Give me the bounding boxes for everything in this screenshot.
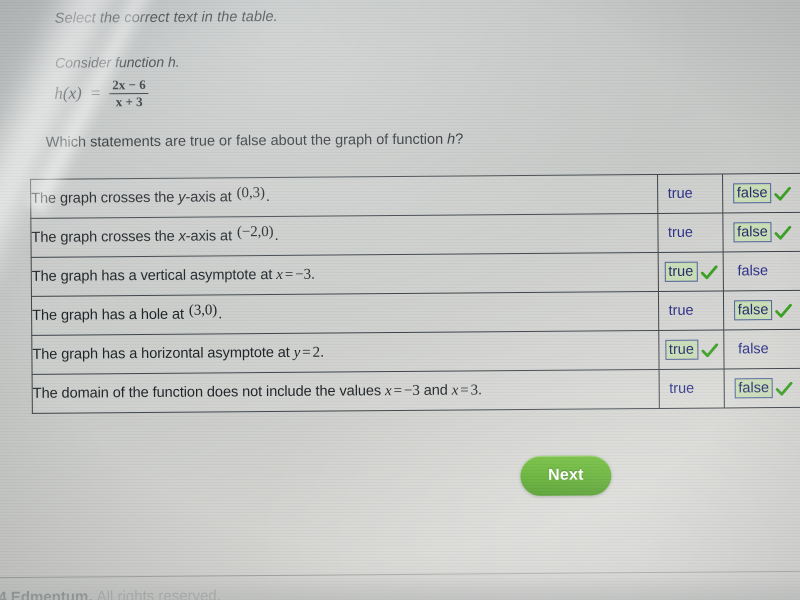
option-label: false bbox=[733, 222, 772, 243]
option-cell-true[interactable]: true bbox=[658, 329, 725, 370]
option-cell-false[interactable]: false bbox=[724, 368, 800, 408]
option-false[interactable]: false bbox=[732, 183, 792, 204]
option-cell-false[interactable]: false bbox=[722, 173, 800, 213]
footer-company: 4 Edmentum. bbox=[0, 588, 93, 600]
option-cell-false[interactable]: false bbox=[722, 212, 800, 252]
footer-rights: All rights reserved. bbox=[96, 587, 221, 600]
formula-numerator: 2x − 6 bbox=[112, 76, 146, 93]
formula-equals-sign: = bbox=[90, 83, 101, 103]
formula-denominator: x + 3 bbox=[115, 94, 143, 110]
checkmark-icon bbox=[775, 303, 793, 318]
statement-cell: The graph has a hole at (3,0). bbox=[31, 291, 659, 336]
option-label: false bbox=[737, 263, 769, 280]
option-label: true bbox=[664, 339, 698, 360]
option-false[interactable]: false bbox=[734, 261, 791, 282]
option-label: false bbox=[738, 341, 769, 358]
option-label: false bbox=[734, 378, 774, 399]
option-false[interactable]: false bbox=[734, 378, 793, 399]
statement-cell: The graph has a horizontal asymptote at … bbox=[31, 330, 660, 375]
photographed-screen: Select the correct text in the table. Co… bbox=[0, 0, 800, 600]
option-cell-false[interactable]: false bbox=[723, 329, 800, 369]
option-label: false bbox=[733, 300, 773, 321]
statements-table: The graph crosses the y-axis at (0,3). t… bbox=[30, 172, 800, 414]
checkmark-icon bbox=[774, 186, 792, 201]
option-cell-true[interactable]: true bbox=[659, 368, 725, 409]
checkmark-icon bbox=[776, 381, 793, 396]
option-label: true bbox=[667, 224, 694, 241]
option-false[interactable]: false bbox=[733, 222, 792, 243]
option-true[interactable]: true bbox=[665, 183, 716, 204]
option-label: true bbox=[668, 302, 694, 319]
statement-cell: The graph crosses the x-axis at (−2,0). bbox=[30, 213, 659, 258]
question-text: Which statements are true or false about… bbox=[45, 131, 464, 151]
option-true[interactable]: true bbox=[664, 261, 718, 282]
statement-cell: The graph crosses the y-axis at (0,3). bbox=[30, 174, 658, 219]
table-row: The graph has a hole at (3,0). true fals… bbox=[31, 290, 800, 336]
statement-cell: The domain of the function does not incl… bbox=[32, 369, 660, 414]
question-function-var: h bbox=[447, 131, 456, 148]
formula-left-hand-side: h(x) bbox=[54, 83, 82, 104]
lesson-content: Select the correct text in the table. Co… bbox=[0, 0, 800, 600]
option-cell-true[interactable]: true bbox=[658, 251, 724, 292]
table-row: The graph has a horizontal asymptote at … bbox=[31, 329, 800, 375]
option-label: false bbox=[732, 183, 772, 204]
instruction-text: Select the correct text in the table. bbox=[54, 8, 278, 27]
option-label: true bbox=[664, 261, 698, 282]
option-cell-true[interactable]: true bbox=[657, 173, 723, 214]
option-true[interactable]: true bbox=[666, 300, 717, 321]
option-cell-true[interactable]: true bbox=[658, 290, 724, 331]
table-row: The graph crosses the x-axis at (−2,0). … bbox=[30, 212, 800, 258]
statements-table-container: The graph crosses the y-axis at (0,3). t… bbox=[30, 172, 800, 414]
table-row: The graph has a vertical asymptote at x =… bbox=[31, 251, 800, 297]
option-false[interactable]: false bbox=[735, 339, 792, 360]
option-true[interactable]: true bbox=[665, 222, 716, 243]
option-true[interactable]: true bbox=[664, 339, 718, 360]
table-row: The graph crosses the y-axis at (0,3). t… bbox=[30, 173, 800, 219]
option-cell-true[interactable]: true bbox=[657, 212, 724, 253]
checkmark-icon bbox=[701, 342, 718, 358]
next-button[interactable]: Next bbox=[520, 455, 612, 497]
checkmark-icon bbox=[774, 225, 792, 240]
footer-copyright: 4 Edmentum. All rights reserved. bbox=[0, 587, 221, 600]
option-label: true bbox=[667, 185, 693, 202]
statement-cell: The graph has a vertical asymptote at x =… bbox=[31, 252, 659, 297]
consider-function-text: Consider function h. bbox=[55, 53, 180, 71]
option-label: true bbox=[669, 380, 695, 397]
function-formula: h(x) = 2x − 6 x + 3 bbox=[54, 76, 149, 110]
footer-divider bbox=[0, 570, 800, 579]
table-row: The domain of the function does not incl… bbox=[32, 368, 800, 414]
option-true[interactable]: true bbox=[666, 378, 717, 399]
option-false[interactable]: false bbox=[733, 300, 793, 321]
formula-fraction: 2x − 6 x + 3 bbox=[109, 76, 149, 110]
option-cell-false[interactable]: false bbox=[723, 290, 800, 330]
option-cell-false[interactable]: false bbox=[723, 251, 800, 291]
checkmark-icon bbox=[700, 264, 718, 280]
